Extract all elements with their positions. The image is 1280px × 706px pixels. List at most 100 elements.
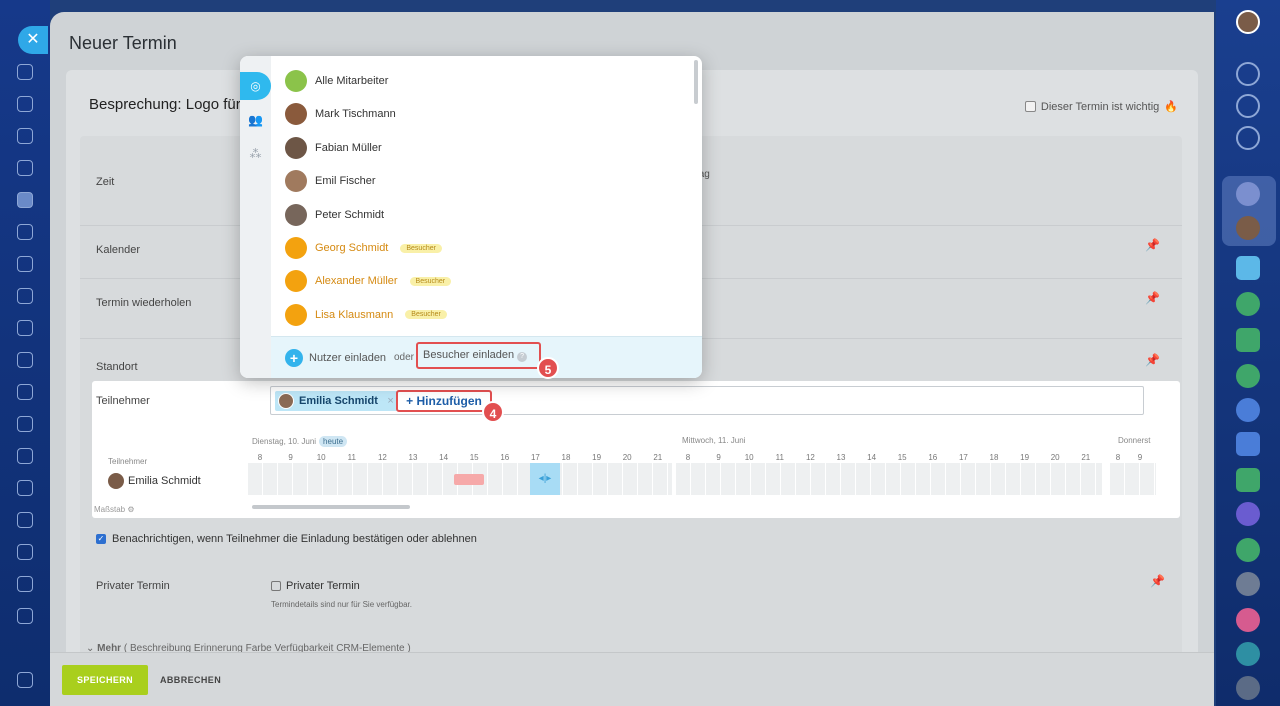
support-icon[interactable] (17, 608, 33, 624)
settings-icon[interactable] (17, 672, 33, 688)
list-item-name: Georg Schmidt (315, 242, 389, 254)
tab-departments[interactable]: ⁂ (240, 140, 271, 168)
pin-icon[interactable]: 📌 (1145, 353, 1160, 367)
list-item[interactable]: Alexander Müller Besucher (285, 269, 452, 293)
tab-search[interactable]: ◎ (240, 72, 271, 100)
save-button[interactable]: SPEICHERN (62, 665, 148, 695)
important-label: Dieser Termin ist wichtig (1040, 100, 1160, 113)
visitor-icon (285, 270, 307, 293)
important-checkbox[interactable]: Dieser Termin ist wichtig 🔥 (1024, 100, 1178, 113)
chat-avatar-icon[interactable] (1236, 398, 1260, 422)
chat-avatar-icon[interactable] (1236, 364, 1260, 388)
participants-input[interactable]: Emilia Schmidt × + Hinzufügen (270, 386, 1144, 415)
cancel-button[interactable]: ABBRECHEN (160, 665, 221, 695)
chat-icon[interactable] (17, 160, 33, 176)
busy-slot (454, 474, 484, 485)
timeline-hour-label: 14 (439, 453, 449, 462)
timeline-scrollbar[interactable] (252, 505, 410, 509)
chat-avatar-icon[interactable] (1236, 502, 1260, 526)
event-title-input[interactable]: Besprechung: Logo für (89, 96, 241, 113)
list-item[interactable]: Lisa Klausmann Besucher (285, 303, 447, 327)
notify-label: Benachrichtigen, wenn Teilnehmer die Ein… (112, 533, 477, 545)
search-icon[interactable] (1236, 126, 1260, 150)
visitor-badge: Besucher (405, 310, 447, 320)
list-item[interactable]: Emil Fischer (285, 169, 376, 193)
home-icon[interactable] (17, 64, 33, 80)
timeline-grid-day-3[interactable] (1110, 463, 1156, 495)
timeline-hour-label: 18 (989, 453, 999, 462)
chat-avatar-icon[interactable] (1236, 538, 1260, 562)
list-item-name: Fabian Müller (315, 141, 382, 154)
timeline-hour-label: 15 (469, 453, 479, 462)
help-icon[interactable]: ? (517, 352, 528, 362)
chat-avatar-icon[interactable] (1236, 292, 1260, 316)
feed-icon[interactable] (17, 96, 33, 112)
list-item-name: Peter Schmidt (315, 208, 385, 221)
private-checkbox[interactable]: Privater Termin (271, 580, 360, 592)
participant-tag[interactable]: Emilia Schmidt × (275, 391, 400, 411)
location-label: Standort (96, 361, 138, 373)
sites-icon[interactable] (17, 448, 33, 464)
timeline-day-2: Mittwoch, 11. Juni (682, 436, 746, 445)
pin-icon[interactable]: 📌 (1145, 291, 1160, 305)
pin-icon[interactable]: 📌 (1145, 238, 1160, 252)
selected-slot[interactable]: ◂|▸ (530, 463, 560, 495)
private-label: Privater Termin (96, 580, 170, 592)
timeline-hour-label: 13 (408, 453, 418, 462)
list-item-name: Emil Fischer (315, 175, 376, 188)
drive-icon[interactable] (17, 320, 33, 336)
list-item[interactable]: Georg Schmidt Besucher (285, 236, 442, 260)
chat-avatar-icon[interactable] (1236, 216, 1260, 240)
close-slider-button[interactable]: ✕ (18, 26, 48, 54)
checklist-icon[interactable] (17, 288, 33, 304)
documents-icon[interactable] (17, 256, 33, 272)
selector-scrollbar[interactable] (694, 60, 698, 104)
chat-avatar-icon[interactable] (1236, 676, 1260, 700)
list-item[interactable]: Peter Schmidt (285, 203, 384, 227)
checkbox-icon[interactable] (1024, 101, 1036, 112)
list-item-name: Mark Tischmann (315, 108, 396, 121)
monitor-icon[interactable] (17, 352, 33, 368)
list-item[interactable]: Fabian Müller (285, 136, 382, 160)
checkbox-checked-icon[interactable]: ✓ (96, 534, 106, 544)
chat-avatar-icon[interactable] (1236, 642, 1260, 666)
edit-icon[interactable] (17, 576, 33, 592)
step-badge-4: 4 (482, 401, 504, 423)
calendar-icon[interactable] (17, 192, 33, 208)
target-icon[interactable] (17, 544, 33, 560)
booking-icon[interactable] (17, 480, 33, 496)
invite-visitors-button[interactable]: Besucher einladen? (416, 342, 542, 369)
lock-icon[interactable] (1236, 432, 1260, 456)
tasks-icon[interactable] (17, 128, 33, 144)
contacts-icon[interactable] (17, 224, 33, 240)
user-avatar[interactable] (1236, 10, 1260, 34)
list-item-all-employees[interactable]: Alle Mitarbeiter (285, 69, 388, 93)
chat-avatar-icon[interactable] (1236, 328, 1260, 352)
avatar (285, 103, 307, 126)
goals-icon[interactable] (1236, 94, 1260, 118)
scale-control[interactable]: Maßstab ⚙ (94, 505, 135, 514)
chat-avatar-icon[interactable] (1236, 468, 1260, 492)
analytics-icon[interactable] (17, 384, 33, 400)
invite-users-button[interactable]: + Nutzer einladen (285, 349, 386, 367)
notifications-icon[interactable] (1236, 62, 1260, 86)
add-participant-button[interactable]: + Hinzufügen (396, 390, 492, 412)
timeline-grid-day-2[interactable] (676, 463, 1102, 495)
notify-checkbox[interactable]: ✓ Benachrichtigen, wenn Teilnehmer die E… (96, 533, 477, 545)
pin-icon[interactable]: 📌 (1150, 574, 1165, 588)
chat-avatar-icon[interactable] (1236, 572, 1260, 596)
calendar-label: Kalender (96, 244, 141, 256)
list-item-name: Alle Mitarbeiter (315, 75, 389, 87)
right-sidebar (1216, 0, 1280, 706)
chat-avatar-icon[interactable] (1236, 182, 1260, 206)
list-item[interactable]: Mark Tischmann (285, 102, 396, 126)
remove-icon[interactable]: × (387, 391, 393, 411)
timeline-hour-label: 17 (530, 453, 540, 462)
timeline-day-1-label: Dienstag, 10. Juni (252, 437, 317, 446)
chat-avatar-icon[interactable] (1236, 256, 1260, 280)
lock-icon[interactable] (1236, 608, 1260, 632)
shop-icon[interactable] (17, 416, 33, 432)
tab-users[interactable]: 👥 (240, 106, 271, 134)
checkbox-icon[interactable] (271, 581, 281, 591)
robot-icon[interactable] (17, 512, 33, 528)
